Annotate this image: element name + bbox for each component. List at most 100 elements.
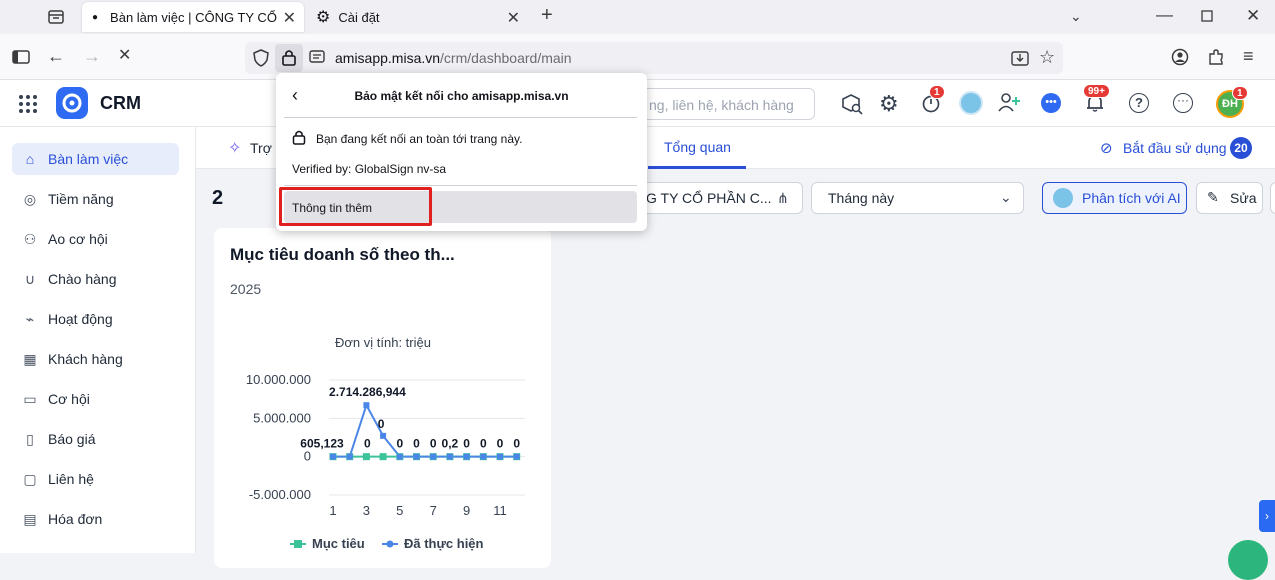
data-point bbox=[379, 453, 387, 461]
ai-mascot-icon bbox=[1053, 188, 1073, 208]
sidebar-item-opportunity-pool[interactable]: ⚇ Ao cơ hội bbox=[12, 223, 179, 255]
sales-target-card: Mục tiêu doanh số theo th... 2025 Đơn vị… bbox=[214, 228, 551, 568]
compass-icon: ⊘ bbox=[1100, 140, 1113, 157]
data-point bbox=[363, 402, 370, 409]
group-icon: ⚇ bbox=[23, 230, 37, 247]
y-tick-label: 5.000.000 bbox=[253, 410, 311, 425]
global-search-input[interactable]: ng, liên hệ, khách hàng bbox=[640, 88, 815, 120]
new-tab-icon[interactable]: + bbox=[541, 5, 553, 25]
sidebar-item-invoices[interactable]: ▤ Hóa đơn bbox=[12, 503, 179, 535]
account-icon[interactable] bbox=[1171, 48, 1189, 70]
floating-support-icon[interactable] bbox=[1228, 540, 1268, 580]
mascot-avatar-icon[interactable] bbox=[959, 91, 983, 115]
stop-loading-icon[interactable]: ✕ bbox=[118, 47, 131, 65]
data-label: 0 bbox=[497, 437, 504, 451]
add-user-icon[interactable] bbox=[997, 91, 1021, 116]
analyze-ai-button[interactable]: Phân tích với AI bbox=[1042, 182, 1187, 214]
sidebar-item-label: Chào hàng bbox=[48, 271, 117, 287]
sidebar-item-quotes[interactable]: ▯ Báo giá bbox=[12, 423, 179, 455]
scan-cube-icon[interactable] bbox=[841, 93, 863, 118]
save-to-device-icon[interactable] bbox=[1011, 49, 1029, 71]
data-label: 0 bbox=[463, 437, 470, 451]
start-using-count: 20 bbox=[1230, 137, 1252, 159]
sidebar-toggle-icon[interactable] bbox=[12, 49, 30, 69]
popup-divider bbox=[284, 117, 637, 118]
avatar-badge: 1 bbox=[1232, 86, 1248, 100]
x-tick-label: 5 bbox=[396, 503, 403, 518]
side-expand-button[interactable]: › bbox=[1259, 500, 1275, 532]
sidebar-item-label: Hoạt động bbox=[48, 311, 113, 327]
legend-label: Mục tiêu bbox=[312, 536, 365, 551]
more-icon[interactable]: ··· bbox=[1173, 93, 1193, 113]
url-text[interactable]: amisapp.misa.vn/crm/dashboard/main bbox=[335, 50, 572, 66]
assistant-tab[interactable]: Trợ l bbox=[250, 140, 279, 156]
data-point bbox=[446, 453, 453, 460]
shield-icon[interactable] bbox=[253, 49, 269, 71]
dashboard-count: 2 bbox=[212, 187, 224, 209]
sidebar-item-contacts[interactable]: ▢ Liên hệ bbox=[12, 463, 179, 495]
chevron-down-icon[interactable]: ⌄ bbox=[1070, 7, 1082, 25]
y-tick-label: -5.000.000 bbox=[249, 487, 311, 502]
tab-settings[interactable]: ⚙ Cài đặt ✕ bbox=[306, 2, 528, 32]
company-select-value: G TY CỔ PHẦN C... bbox=[646, 190, 772, 206]
sales-target-chart: Đơn vị tính: triệu 10.000.000 5.000.000 0 -… bbox=[246, 335, 525, 551]
sidebar-item-offers[interactable]: ∪ Chào hàng bbox=[12, 263, 179, 295]
sidebar-item-label: Ao cơ hội bbox=[48, 231, 108, 247]
edit-button[interactable]: ✎ Sửa bbox=[1196, 182, 1263, 214]
bookmark-star-icon[interactable]: ☆ bbox=[1039, 48, 1055, 66]
help-icon[interactable]: ? bbox=[1129, 93, 1149, 113]
chat-icon[interactable]: ••• bbox=[1041, 93, 1061, 113]
browser-tab-bar: ● Bàn làm việc | CÔNG TY CỔ PHẦ ✕ ⚙ Cài … bbox=[0, 0, 1275, 34]
data-point bbox=[430, 453, 437, 460]
data-point bbox=[346, 453, 353, 460]
data-label: 0 bbox=[378, 417, 385, 431]
sidebar-item-customers[interactable]: ▦ Khách hàng bbox=[12, 343, 179, 375]
lock-icon bbox=[281, 48, 297, 70]
notification-badge: 99+ bbox=[1083, 84, 1110, 98]
tab-dashboard[interactable]: ● Bàn làm việc | CÔNG TY CỔ PHẦ ✕ bbox=[82, 2, 304, 32]
close-tab-icon[interactable]: ✕ bbox=[507, 8, 520, 28]
x-tick-label: 11 bbox=[493, 503, 507, 518]
timer-badge: 1 bbox=[929, 85, 945, 99]
analyze-ai-label: Phân tích với AI bbox=[1082, 190, 1181, 206]
crm-logo-icon bbox=[56, 87, 88, 119]
sidebar-item-label: Khách hàng bbox=[48, 351, 123, 367]
close-window-icon[interactable]: ✕ bbox=[1246, 7, 1260, 25]
tab-list-icon[interactable] bbox=[47, 8, 65, 30]
company-select[interactable]: G TY CỔ PHẦN C... ⋔ bbox=[630, 182, 803, 214]
menu-icon[interactable]: ≡ bbox=[1243, 47, 1254, 65]
period-select[interactable]: Tháng này ⌄ bbox=[811, 182, 1024, 214]
close-tab-icon[interactable]: ✕ bbox=[283, 8, 296, 28]
home-icon: ⌂ bbox=[25, 151, 35, 167]
y-tick-label: 10.000.000 bbox=[246, 372, 311, 387]
extensions-icon[interactable] bbox=[1207, 48, 1225, 70]
data-label: 605,123 bbox=[300, 437, 344, 451]
page-info-icon[interactable] bbox=[309, 49, 325, 69]
data-point bbox=[413, 453, 420, 460]
minimize-icon[interactable]: — bbox=[1156, 6, 1173, 24]
pulse-icon: ⌁ bbox=[25, 310, 35, 327]
sidebar-item-activities[interactable]: ⌁ Hoạt động bbox=[12, 303, 179, 335]
settings-gear-icon[interactable]: ⚙ bbox=[879, 91, 899, 117]
tab-overview-underline bbox=[648, 166, 746, 169]
url-bar[interactable]: amisapp.misa.vn/crm/dashboard/main ☆ bbox=[245, 42, 1063, 74]
back-icon[interactable]: ← bbox=[47, 47, 65, 65]
tab-overview[interactable]: Tổng quan bbox=[664, 139, 731, 155]
x-tick-label: 9 bbox=[463, 503, 470, 518]
sidebar-item-workspace[interactable]: ⌂ Bàn làm việc bbox=[12, 143, 179, 175]
sidebar-item-opportunities[interactable]: ▭ Cơ hội bbox=[12, 383, 179, 415]
sparkle-icon: ✧ bbox=[228, 140, 242, 157]
start-using-link[interactable]: Bắt đầu sử dụng bbox=[1123, 140, 1227, 156]
tab-title: Bàn làm việc | CÔNG TY CỔ PHẦ bbox=[110, 9, 280, 25]
app-launcher-icon[interactable] bbox=[18, 94, 38, 117]
maximize-icon[interactable] bbox=[1201, 8, 1213, 26]
building-icon: ▦ bbox=[23, 350, 37, 367]
data-label: 0 bbox=[364, 437, 371, 451]
data-label: 0 bbox=[413, 437, 420, 451]
sidebar-item-leads[interactable]: ◎ Tiềm năng bbox=[12, 183, 179, 215]
org-tree-icon: ⋔ bbox=[777, 190, 789, 206]
legend-swatch bbox=[386, 540, 394, 548]
data-point bbox=[513, 453, 520, 460]
more-actions-button[interactable] bbox=[1270, 182, 1275, 214]
forward-icon[interactable]: → bbox=[83, 47, 101, 65]
